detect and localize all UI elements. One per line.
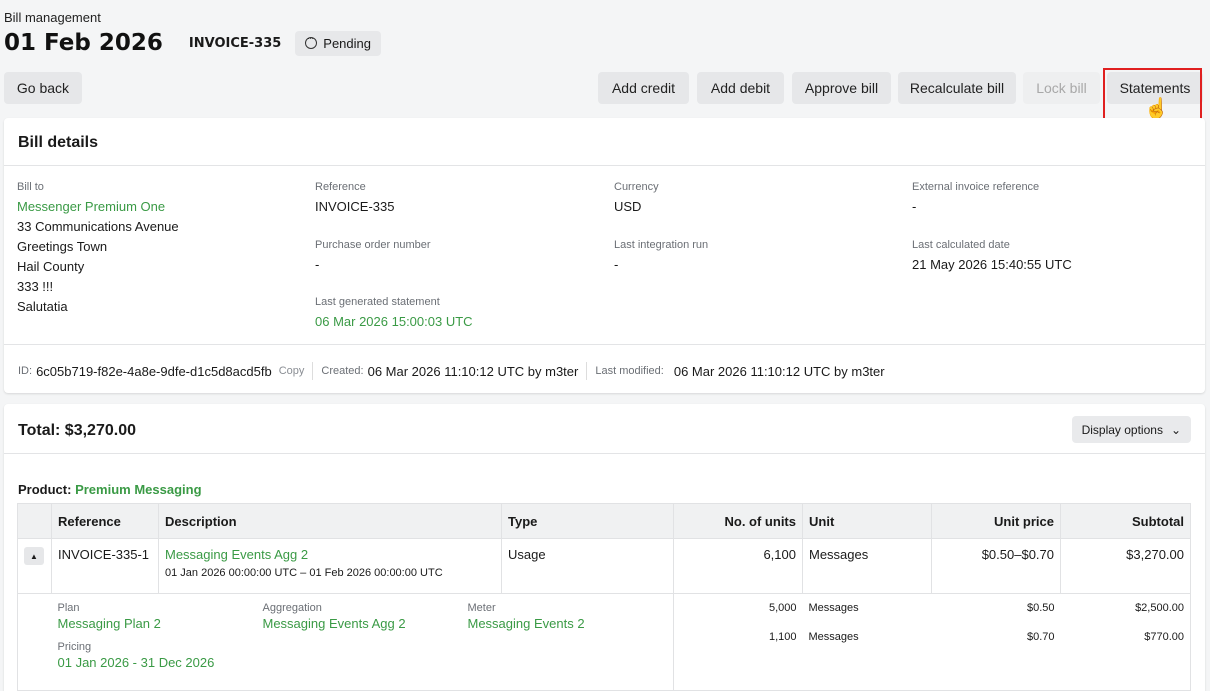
tier-unit: Messages <box>808 631 859 643</box>
bill-metadata: ID: 6c05b719-f82e-4a8e-9dfe-d1c5d8acd5fb… <box>18 362 885 380</box>
external-ref-label: External invoice reference <box>912 181 1040 193</box>
modified-value: 06 Mar 2026 11:10:12 UTC by m3ter <box>673 363 885 379</box>
table-row: ▲ INVOICE-335-1 Messaging Events Agg 2 0… <box>17 538 1191 594</box>
row-subtotal: $3,270.00 <box>1060 538 1191 594</box>
product-link[interactable]: Premium Messaging <box>75 482 201 497</box>
address-line: Greetings Town <box>17 239 108 254</box>
tier-subtotal: $2,500.00 <box>1135 602 1184 614</box>
row-description-link[interactable]: Messaging Events Agg 2 <box>165 547 495 562</box>
col-header: Type <box>501 503 674 539</box>
row-reference: INVOICE-335-1 <box>51 538 159 594</box>
product-label: Product: <box>18 482 72 497</box>
calculated-label: Last calculated date <box>912 239 1010 251</box>
add-debit-button[interactable]: Add debit <box>697 72 784 104</box>
created-label: Created: <box>321 365 364 377</box>
tier-unit: Messages <box>808 602 859 614</box>
id-label: ID: <box>18 365 33 377</box>
col-header: Unit <box>802 503 932 539</box>
product-heading: Product: Premium Messaging <box>18 482 202 497</box>
recalculate-bill-button[interactable]: Recalculate bill <box>898 72 1016 104</box>
meter-label: Meter <box>467 602 496 614</box>
bill-to-label: Bill to <box>17 181 44 193</box>
display-options-button[interactable]: Display options ⌄ <box>1071 416 1191 443</box>
col-header: No. of units <box>673 503 803 539</box>
currency-value: USD <box>614 199 642 214</box>
copy-button[interactable]: Copy <box>279 365 305 377</box>
address-line: Salutatia <box>17 299 68 314</box>
modified-label: Last modified: <box>595 365 664 377</box>
plan-link[interactable]: Messaging Plan 2 <box>58 616 263 631</box>
tier-price: $0.50 <box>1026 602 1055 614</box>
bill-to-link[interactable]: Messenger Premium One <box>17 199 165 214</box>
bill-id: 6c05b719-f82e-4a8e-9dfe-d1c5d8acd5fb <box>36 363 272 379</box>
bill-details-title: Bill details <box>18 134 99 151</box>
bill-details-card: Bill details Bill to Messenger Premium O… <box>4 118 1205 393</box>
po-label: Purchase order number <box>315 239 431 251</box>
table-header-row: Reference Description Type No. of units … <box>17 503 1191 539</box>
lock-bill-button[interactable]: Lock bill <box>1023 72 1100 104</box>
tier-price: $0.70 <box>1026 631 1055 643</box>
row-units: 6,100 <box>673 538 803 594</box>
created-value: 06 Mar 2026 11:10:12 UTC by m3ter <box>367 363 579 379</box>
plan-label: Plan <box>57 602 80 614</box>
col-header: Reference <box>51 503 159 539</box>
display-options-label: Display options <box>1081 422 1163 437</box>
line-items-table: Reference Description Type No. of units … <box>17 503 1191 691</box>
address-line: Hail County <box>17 259 85 274</box>
integration-value: - <box>614 257 619 272</box>
aggregation-link[interactable]: Messaging Events Agg 2 <box>263 616 468 631</box>
tier-subtotal: $770.00 <box>1144 631 1184 643</box>
tier-units: 1,100 <box>768 631 797 643</box>
last-statement-label: Last generated statement <box>315 296 440 308</box>
external-ref-value: - <box>912 199 917 214</box>
col-header: Subtotal <box>1060 503 1191 539</box>
chevron-down-icon: ⌄ <box>1170 422 1181 437</box>
address-line: 33 Communications Avenue <box>17 219 179 234</box>
breadcrumb[interactable]: Bill management <box>4 10 381 25</box>
col-header: Unit price <box>931 503 1061 539</box>
pending-icon <box>305 33 318 49</box>
row-unit-price: $0.50–$0.70 <box>931 538 1061 594</box>
meter-link[interactable]: Messaging Events 2 <box>468 616 585 631</box>
reference-value: INVOICE-335 <box>315 199 395 214</box>
pricing-label: Pricing <box>57 641 92 653</box>
invoice-number: INVOICE-335 <box>188 35 282 51</box>
integration-label: Last integration run <box>614 239 709 251</box>
collapse-icon[interactable]: ▲ <box>24 547 44 565</box>
page-title: 01 Feb 2026 <box>4 30 163 56</box>
aggregation-label: Aggregation <box>262 602 322 614</box>
row-detail: Plan Messaging Plan 2 Aggregation Messag… <box>17 593 1191 691</box>
row-type: Usage <box>501 538 674 594</box>
row-unit: Messages <box>802 538 932 594</box>
currency-label: Currency <box>614 181 659 193</box>
address-line: 333 !!! <box>17 279 54 294</box>
row-period: 01 Jan 2026 00:00:00 UTC – 01 Feb 2026 0… <box>165 567 443 579</box>
tier-units: 5,000 <box>768 602 797 614</box>
calculated-value: 21 May 2026 15:40:55 UTC <box>912 257 1072 272</box>
col-header: Description <box>158 503 502 539</box>
page-header: Bill management 01 Feb 2026 INVOICE-335 … <box>4 10 381 56</box>
add-credit-button[interactable]: Add credit <box>598 72 689 104</box>
po-value: - <box>315 257 320 272</box>
pricing-link[interactable]: 01 Jan 2026 - 31 Dec 2026 <box>58 655 668 670</box>
total-amount: Total: $3,270.00 <box>18 422 136 439</box>
reference-label: Reference <box>315 181 366 193</box>
last-statement-link[interactable]: 06 Mar 2026 15:00:03 UTC <box>315 314 473 329</box>
line-items-card: Total: $3,270.00 Display options ⌄ Produ… <box>4 404 1205 691</box>
status-badge: Pending <box>295 30 381 56</box>
status-label: Pending <box>323 35 371 51</box>
go-back-button[interactable]: Go back <box>4 72 82 104</box>
approve-bill-button[interactable]: Approve bill <box>792 72 891 104</box>
